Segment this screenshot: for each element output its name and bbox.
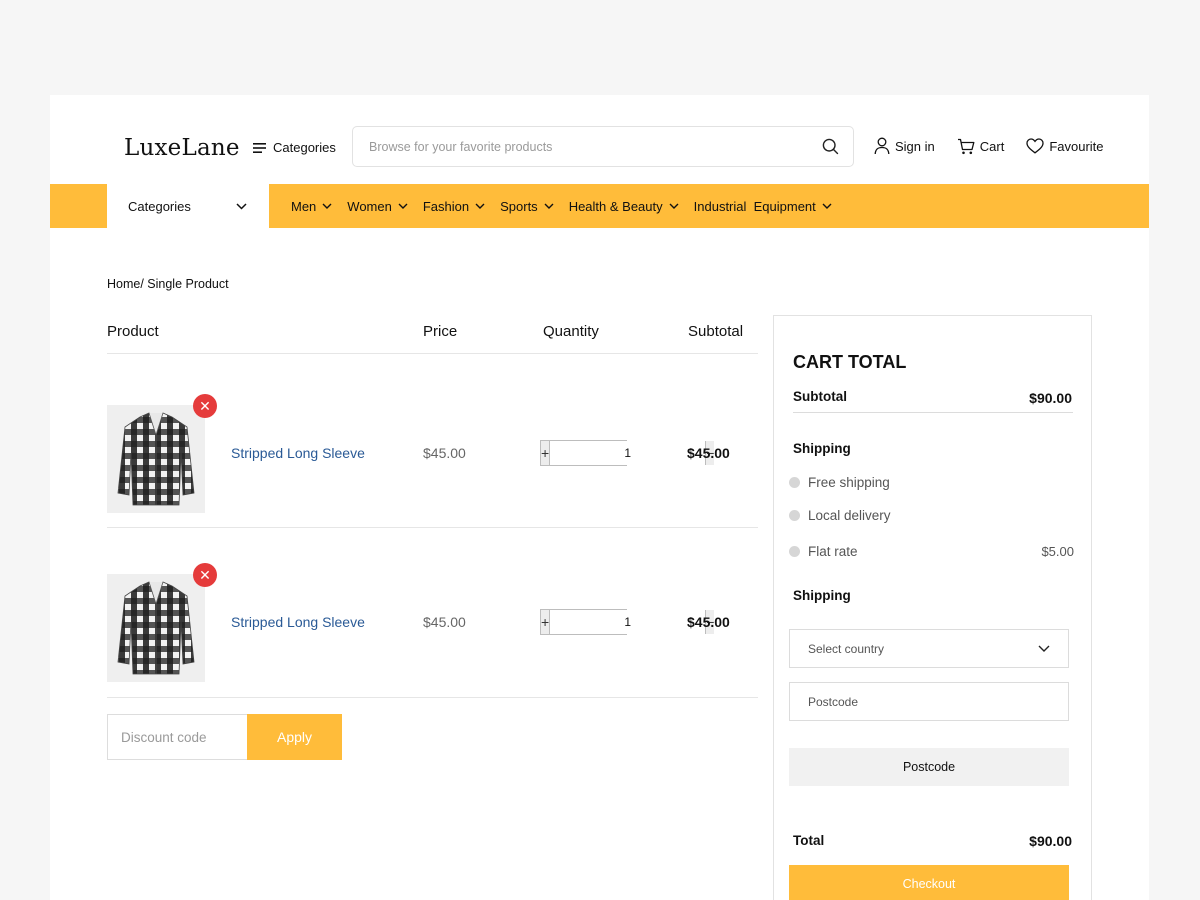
nav-item-label: Industrial Equipment bbox=[693, 198, 816, 214]
radio-button[interactable] bbox=[789, 477, 800, 488]
nav-item-health-beauty[interactable]: Health & Beauty bbox=[569, 199, 679, 214]
nav-item-label: Sports bbox=[500, 198, 538, 214]
product-name-link[interactable]: Stripped Long Sleeve bbox=[231, 614, 365, 630]
radio-button[interactable] bbox=[789, 546, 800, 557]
nav-item-label: Men bbox=[291, 198, 317, 214]
product-name-link[interactable]: Stripped Long Sleeve bbox=[231, 445, 365, 461]
sign-in-label: Sign in bbox=[895, 138, 935, 154]
chevron-down-icon bbox=[236, 202, 247, 210]
quantity-stepper: + − bbox=[540, 609, 715, 635]
search-input[interactable] bbox=[369, 139, 822, 154]
table-row: ✕ Stripped Long Sleeve $45.00 + − $45.00 bbox=[107, 563, 758, 684]
column-header-product: Product bbox=[107, 323, 159, 340]
flannel-shirt-image bbox=[117, 412, 195, 506]
divider bbox=[107, 527, 758, 528]
product-image[interactable] bbox=[107, 574, 205, 682]
column-header-subtotal: Subtotal bbox=[688, 323, 744, 340]
chevron-down-icon bbox=[669, 203, 679, 209]
flannel-shirt-image bbox=[117, 581, 195, 675]
table-row: ✕ Stripped Long Sleeve $45.00 + − $45.00 bbox=[107, 394, 758, 515]
chevron-down-icon bbox=[398, 203, 408, 209]
search-icon[interactable] bbox=[822, 138, 839, 155]
quantity-stepper: + − bbox=[540, 440, 715, 466]
brand-logo[interactable]: LuxeLane bbox=[124, 135, 240, 161]
increase-quantity-button[interactable]: + bbox=[541, 441, 550, 465]
shipping-option-flat-rate[interactable]: Flat rate $5.00 bbox=[789, 544, 1074, 559]
radio-button[interactable] bbox=[789, 510, 800, 521]
total-value: $90.00 bbox=[1029, 833, 1072, 849]
shipping-label: Shipping bbox=[793, 441, 851, 456]
shipping-option-price: $5.00 bbox=[1041, 544, 1074, 559]
user-icon bbox=[874, 137, 890, 155]
subtotal-value: $90.00 bbox=[1029, 390, 1072, 406]
nav-item-industrial-equipment[interactable]: Industrial Equipment bbox=[694, 199, 832, 214]
chevron-down-icon bbox=[544, 203, 554, 209]
favourite-label: Favourite bbox=[1049, 138, 1104, 154]
column-header-price: Price bbox=[423, 323, 458, 340]
shipping-option-label: Flat rate bbox=[808, 544, 858, 559]
nav-menu: Men Women Fashion Sports Health & Beauty… bbox=[291, 184, 832, 228]
total-label: Total bbox=[793, 833, 825, 848]
shipping-option-local[interactable]: Local delivery bbox=[789, 508, 1074, 523]
checkout-button[interactable]: Checkout bbox=[789, 865, 1069, 900]
chevron-down-icon bbox=[322, 203, 332, 209]
product-price: $45.00 bbox=[423, 614, 466, 630]
shipping-option-free[interactable]: Free shipping bbox=[789, 475, 1074, 490]
apply-discount-button[interactable]: Apply bbox=[247, 714, 342, 760]
nav-item-label: Fashion bbox=[422, 198, 470, 214]
chevron-down-icon bbox=[1038, 645, 1050, 652]
nav-item-label: Health & Beauty bbox=[568, 198, 663, 214]
quantity-input[interactable] bbox=[549, 441, 707, 465]
search-bar bbox=[352, 126, 854, 167]
postcode-field bbox=[789, 682, 1069, 721]
remove-item-button[interactable]: ✕ bbox=[193, 394, 217, 418]
sign-in-link[interactable]: Sign in bbox=[874, 137, 935, 155]
nav-item-label: Women bbox=[347, 198, 392, 214]
header-actions: Sign in Cart Favourite bbox=[874, 137, 1104, 155]
categories-menu-label: Categories bbox=[273, 140, 336, 155]
nav-item-fashion[interactable]: Fashion bbox=[423, 199, 485, 214]
cart-label: Cart bbox=[979, 138, 1005, 154]
favourite-link[interactable]: Favourite bbox=[1026, 138, 1104, 154]
row-subtotal: $45.00 bbox=[687, 614, 730, 630]
divider bbox=[107, 697, 758, 698]
menu-icon bbox=[253, 142, 266, 153]
product-image[interactable] bbox=[107, 405, 205, 513]
discount-code-input[interactable] bbox=[107, 714, 248, 760]
country-select[interactable]: Select country bbox=[789, 629, 1069, 668]
breadcrumb[interactable]: Home/ Single Product bbox=[107, 277, 229, 291]
shipping-option-label: Local delivery bbox=[808, 508, 891, 523]
cart-total-panel: CART TOTAL Subtotal $90.00 Shipping Free… bbox=[773, 315, 1092, 900]
row-subtotal: $45.00 bbox=[687, 445, 730, 461]
subtotal-label: Subtotal bbox=[793, 389, 847, 404]
divider bbox=[107, 353, 758, 354]
column-header-quantity: Quantity bbox=[543, 323, 599, 340]
chevron-down-icon bbox=[475, 203, 485, 209]
nav-item-sports[interactable]: Sports bbox=[500, 199, 554, 214]
categories-menu-button[interactable]: Categories bbox=[253, 140, 336, 155]
chevron-down-icon bbox=[822, 203, 832, 209]
postcode-button[interactable]: Postcode bbox=[789, 748, 1069, 786]
cart-link[interactable]: Cart bbox=[957, 138, 1005, 155]
nav-item-women[interactable]: Women bbox=[347, 199, 408, 214]
country-select-value: Select country bbox=[808, 641, 885, 656]
nav-item-men[interactable]: Men bbox=[291, 199, 332, 214]
heart-icon bbox=[1026, 138, 1044, 154]
shipping-section-label: Shipping bbox=[793, 588, 851, 603]
product-price: $45.00 bbox=[423, 445, 466, 461]
divider bbox=[793, 412, 1073, 413]
quantity-input[interactable] bbox=[549, 610, 707, 634]
increase-quantity-button[interactable]: + bbox=[541, 610, 550, 634]
cart-total-title: CART TOTAL bbox=[793, 352, 907, 372]
postcode-input[interactable] bbox=[808, 694, 1050, 709]
nav-categories-dropdown[interactable]: Categories bbox=[107, 184, 269, 228]
remove-item-button[interactable]: ✕ bbox=[193, 563, 217, 587]
nav-bar: Categories Men Women Fashion Sports Heal… bbox=[50, 184, 1149, 228]
cart-icon bbox=[957, 138, 975, 154]
shipping-option-label: Free shipping bbox=[808, 475, 890, 490]
nav-categories-label: Categories bbox=[128, 198, 191, 214]
page: LuxeLane Categories Sign in Cart Favouri… bbox=[50, 95, 1149, 900]
